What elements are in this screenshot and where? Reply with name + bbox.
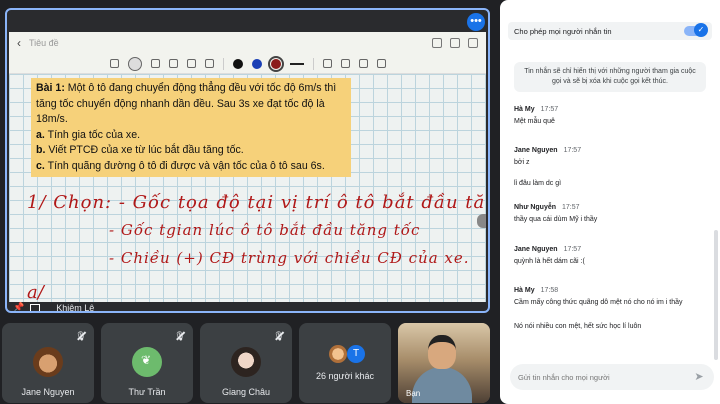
problem-box: Bài 1: Một ô tô đang chuyển động thẳng đ… [31,78,351,177]
message-time: 17:57 [540,106,559,113]
notes-topbar: ‹ Tiêu đề [9,32,486,54]
color-red-swatch[interactable] [267,55,284,72]
note-title[interactable]: Tiêu đề [29,38,424,48]
problem-part-c: c. Tính quãng đường ô tô đi được và vận … [36,159,325,172]
pin-icon[interactable]: 📌 [13,302,24,311]
shared-screen: ••• ‹ Tiêu đề Bài 1: Một ô tô đang chuyể… [5,8,490,313]
reader-icon[interactable] [432,38,442,48]
eraser-icon[interactable] [168,59,178,68]
chat-message-input[interactable] [518,372,692,382]
message-text: Nó nói nhiều con mệt, hết sức học lí luô… [514,323,642,330]
problem-part-b: b. Viết PTCĐ của xe từ lúc bắt đầu tăng … [36,144,244,156]
chat-message: Hà My 17:58 Cầm mấy công thức quãng dô mệ… [514,287,714,330]
meet-window: ••• ‹ Tiêu đề Bài 1: Một ô tô đang chuyể… [0,0,720,404]
redo-icon[interactable] [340,59,350,68]
more-icon[interactable] [376,59,386,68]
mic-off-icon: 🎙 [174,331,186,341]
allow-messages-row: Cho phép mọi người nhắn tin [508,22,712,40]
notes-toolbar [9,54,486,74]
avatar [132,347,162,377]
participant-name: Bạn [406,389,421,398]
message-text: thầy qua cái dùm Mỹ i thầy [514,216,598,223]
sender-name: Hà My [514,106,535,113]
mic-off-icon: 🎙 [75,331,87,341]
chat-message: Jane Nguyen 17:57 quỳnh là hết dám cãi :( [514,246,714,265]
more-options-icon[interactable]: ••• [467,13,485,31]
handwriting-line: 1/ Chọn: - Gốc tọa độ tại vị trí ô tô bắ… [27,192,486,213]
handwriting-line: - Chiều (+) CĐ trùng với chiều CĐ của xe… [109,249,470,267]
participant-name: Giang Châu [221,387,271,397]
allow-messages-label: Cho phép mọi người nhắn tin [514,26,612,36]
allow-messages-toggle[interactable] [684,23,708,37]
note-canvas[interactable]: Bài 1: Một ô tô đang chuyển động thẳng đ… [9,74,486,302]
color-blue-swatch[interactable] [251,58,262,69]
message-time: 17:58 [540,287,559,294]
add-icon[interactable] [358,59,368,68]
chat-input-box: ➤ [510,364,714,390]
problem-intro: Bài 1: Một ô tô đang chuyển động thẳng đ… [36,82,337,125]
canvas-scroll-handle[interactable] [477,214,486,228]
pencil-icon[interactable] [204,59,214,68]
lasso-icon[interactable] [186,59,196,68]
sender-name: Jane Nguyen [514,147,558,154]
attach-icon[interactable] [450,38,460,48]
message-time: 17:57 [563,246,582,253]
presenter-name: Khiêm Lê [56,302,95,313]
message-time: 17:57 [563,147,582,154]
others-tile[interactable]: T 26 người khác [299,323,391,403]
pen-icon[interactable] [127,56,142,71]
chat-panel: Cho phép mọi người nhắn tin Tin nhắn sẽ … [500,0,720,404]
chat-message: Hà My 17:57 Mệt mẫu quê [514,106,714,125]
color-black-swatch[interactable] [232,58,243,69]
present-screen-icon [30,303,41,311]
avatar [329,345,347,363]
participant-tile[interactable]: 🎙 Jane Nguyen [2,323,94,403]
message-time: 17:57 [562,204,580,211]
message-text: lỉ đâu làm dc gì [514,180,562,187]
menu-icon[interactable] [468,38,478,48]
message-text: bởi z [514,159,530,166]
handwriting-line: a/ [27,282,44,302]
avatar [33,347,63,377]
participant-name: Jane Nguyen [21,387,75,397]
camera-person-head [428,335,456,369]
message-text: quỳnh là hết dám cãi :( [514,258,585,265]
others-count: 26 người khác [316,371,374,381]
toolbar-divider [312,57,314,70]
sender-name: Như Nguyễn [514,204,557,211]
toolbar-divider [222,57,224,70]
chat-notice: Tin nhắn sẽ chỉ hiển thị với những người… [514,62,706,92]
message-text: Cầm mấy công thức quãng dô mệt nó cho nó… [514,299,683,306]
chat-message: Jane Nguyen 17:57 bởi z lỉ đâu làm dc gì [514,147,714,187]
chat-message: Như Nguyễn 17:57 thầy qua cái dùm Mỹ i th… [514,204,714,223]
participant-tile[interactable]: 🎙 Thư Trần [101,323,193,403]
participant-name: Thư Trần [128,387,166,397]
send-icon[interactable]: ➤ [692,370,706,384]
highlighter-icon[interactable] [150,59,160,68]
handwriting-line: - Gốc tgian lúc ô tô bắt đầu tăng tốc [109,221,421,239]
problem-part-a: a. Tính gia tốc của xe. [36,128,141,141]
avatar [231,347,261,377]
undo-icon[interactable] [322,59,332,68]
chat-scrollbar[interactable] [714,230,718,360]
notes-app: ‹ Tiêu đề Bài 1: Một ô tô đang chuyển độ… [9,32,486,302]
group-avatars: T [329,345,369,365]
mic-off-icon: 🎙 [273,331,285,341]
presenter-bar: 📌 Khiêm Lê [9,302,486,313]
back-icon[interactable]: ‹ [17,36,21,50]
sender-name: Hà My [514,287,535,294]
stroke-width-icon[interactable] [289,62,304,65]
page-icon[interactable] [109,59,119,68]
avatar: T [347,345,365,363]
message-text: Mệt mẫu quê [514,118,555,125]
sender-name: Jane Nguyen [514,246,558,253]
participant-tile[interactable]: 🎙 Giang Châu [200,323,292,403]
self-video-tile[interactable]: Bạn [398,323,490,403]
